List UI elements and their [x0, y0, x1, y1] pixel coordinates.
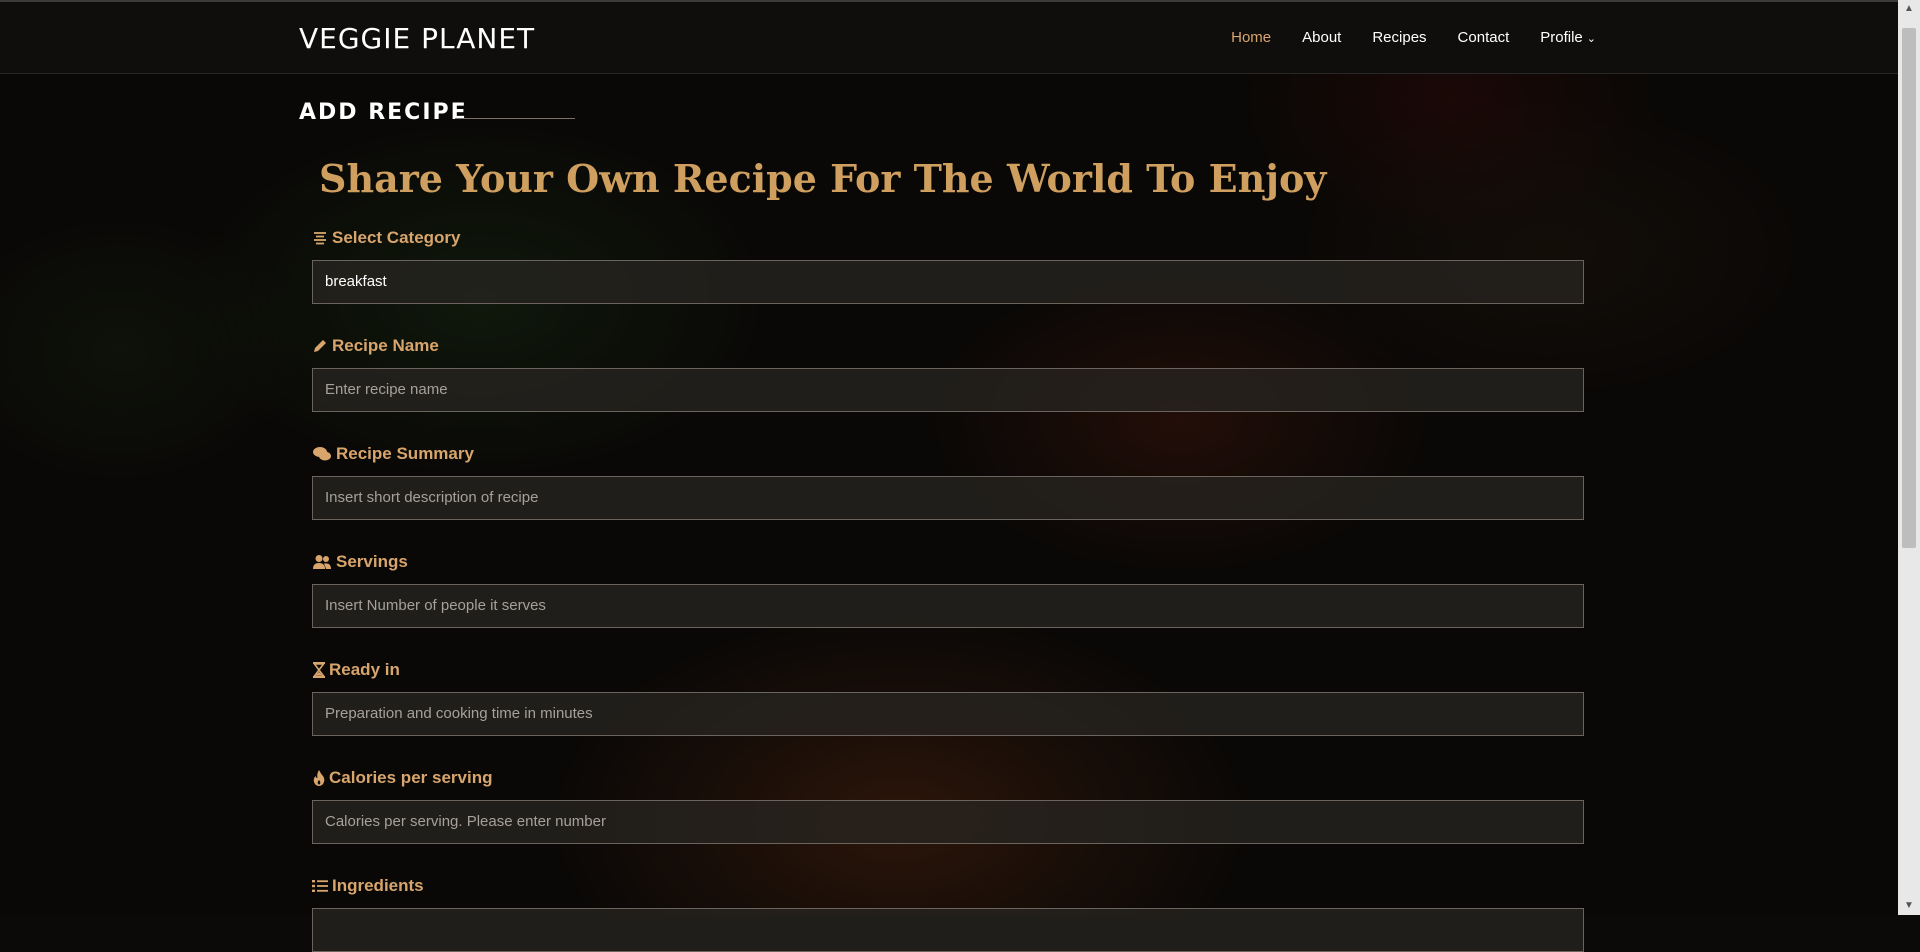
ready-in-field: Ready in Preparation and cooking time in…: [312, 658, 1584, 736]
comments-icon: [312, 446, 332, 462]
section-title-divider: [455, 118, 575, 119]
list-icon: [312, 878, 328, 894]
users-icon: [312, 554, 332, 570]
hourglass-icon: [312, 662, 325, 678]
scroll-down-arrow-icon[interactable]: ▼: [1898, 897, 1920, 915]
navbar: VEGGIE PLANET Home About Recipes Contact…: [0, 2, 1898, 74]
recipe-summary-label-text: Recipe Summary: [336, 444, 474, 463]
ready-in-input[interactable]: Preparation and cooking time in minutes: [312, 692, 1584, 736]
ingredients-label: Ingredients: [312, 874, 1584, 898]
ready-in-label: Ready in: [312, 658, 1584, 682]
scroll-thumb[interactable]: [1902, 28, 1916, 548]
nav-about[interactable]: About: [1302, 29, 1341, 46]
top-border: [0, 0, 1898, 2]
page-scrollbar[interactable]: ▲ ▼: [1898, 0, 1920, 915]
ingredients-label-text: Ingredients: [332, 876, 424, 895]
nav-profile-label: Profile: [1540, 29, 1583, 46]
recipe-name-input[interactable]: Enter recipe name: [312, 368, 1584, 412]
recipe-name-label: Recipe Name: [312, 334, 1584, 358]
pencil-icon: [312, 338, 328, 354]
category-label-text: Select Category: [332, 228, 461, 247]
brand-logo[interactable]: VEGGIE PLANET: [299, 22, 535, 55]
recipe-name-label-text: Recipe Name: [332, 336, 439, 355]
category-select[interactable]: breakfast: [312, 260, 1584, 304]
chevron-down-icon: ⌄: [1586, 33, 1596, 45]
category-label: Select Category: [312, 226, 1584, 250]
recipe-summary-label: Recipe Summary: [312, 442, 1584, 466]
recipe-summary-field: Recipe Summary Insert short description …: [312, 442, 1584, 520]
nav-links: Home About Recipes Contact Profile ⌄: [1200, 29, 1596, 46]
scroll-up-arrow-icon[interactable]: ▲: [1898, 0, 1920, 18]
calories-field: Calories per serving Calories per servin…: [312, 766, 1584, 844]
calories-input[interactable]: Calories per serving. Please enter numbe…: [312, 800, 1584, 844]
nav-recipes[interactable]: Recipes: [1372, 29, 1426, 46]
nav-home[interactable]: Home: [1231, 29, 1271, 46]
ingredients-field: Ingredients: [312, 874, 1584, 952]
category-field: Select Category breakfast: [312, 226, 1584, 304]
nav-contact[interactable]: Contact: [1458, 29, 1510, 46]
calories-label: Calories per serving: [312, 766, 1584, 790]
page-headline: Share Your Own Recipe For The World To E…: [319, 156, 1327, 201]
servings-input[interactable]: Insert Number of people it serves: [312, 584, 1584, 628]
ready-in-label-text: Ready in: [329, 660, 400, 679]
align-center-icon: [312, 230, 328, 246]
recipe-summary-input[interactable]: Insert short description of recipe: [312, 476, 1584, 520]
calories-label-text: Calories per serving: [329, 768, 493, 787]
nav-profile-dropdown[interactable]: Profile ⌄: [1540, 29, 1596, 46]
fire-icon: [312, 770, 325, 786]
servings-label: Servings: [312, 550, 1584, 574]
servings-label-text: Servings: [336, 552, 408, 571]
servings-field: Servings Insert Number of people it serv…: [312, 550, 1584, 628]
recipe-name-field: Recipe Name Enter recipe name: [312, 334, 1584, 412]
section-title: ADD RECIPE: [299, 100, 468, 125]
